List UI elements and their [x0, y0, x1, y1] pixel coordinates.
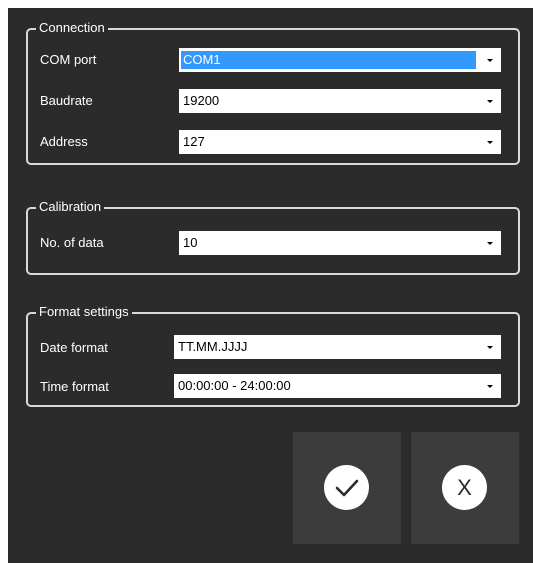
cancel-glyph: X — [457, 474, 472, 500]
chevron-down-icon[interactable] — [479, 48, 501, 72]
address-select[interactable]: 127 — [179, 130, 501, 154]
date-format-select[interactable]: TT.MM.JJJJ — [174, 335, 501, 359]
address-label: Address — [40, 134, 88, 149]
time-format-value: 00:00:00 - 24:00:00 — [178, 378, 291, 393]
chevron-down-icon[interactable] — [479, 335, 501, 359]
chevron-down-icon[interactable] — [479, 130, 501, 154]
chevron-down-icon[interactable] — [479, 374, 501, 398]
format-settings-group: Format settings Date format TT.MM.JJJJ T… — [26, 304, 520, 407]
cancel-button[interactable]: X — [411, 432, 519, 544]
x-icon: X — [442, 465, 487, 510]
com-port-select[interactable]: COM1 — [179, 48, 501, 72]
time-format-select[interactable]: 00:00:00 - 24:00:00 — [174, 374, 501, 398]
connection-group: Connection COM port COM1 Baudrate 19200 … — [26, 20, 520, 165]
date-format-label: Date format — [40, 340, 108, 355]
calibration-group-title: Calibration — [36, 199, 105, 215]
connection-group-title: Connection — [36, 20, 108, 36]
com-port-value: COM1 — [181, 51, 476, 69]
time-format-label: Time format — [40, 379, 109, 394]
address-value: 127 — [183, 134, 205, 149]
baudrate-label: Baudrate — [40, 93, 93, 108]
num-data-value: 10 — [183, 235, 198, 250]
confirm-button[interactable] — [293, 432, 401, 544]
checkmark-icon — [324, 465, 369, 510]
format-settings-group-title: Format settings — [36, 304, 132, 320]
chevron-down-icon[interactable] — [479, 89, 501, 113]
baudrate-value: 19200 — [183, 93, 220, 108]
settings-window: Connection COM port COM1 Baudrate 19200 … — [8, 8, 533, 563]
baudrate-select[interactable]: 19200 — [179, 89, 501, 113]
com-port-label: COM port — [40, 52, 97, 67]
chevron-down-icon[interactable] — [479, 231, 501, 255]
num-data-label: No. of data — [40, 235, 104, 250]
date-format-value: TT.MM.JJJJ — [178, 339, 248, 354]
num-data-select[interactable]: 10 — [179, 231, 501, 255]
calibration-group: Calibration No. of data 10 — [26, 199, 520, 275]
